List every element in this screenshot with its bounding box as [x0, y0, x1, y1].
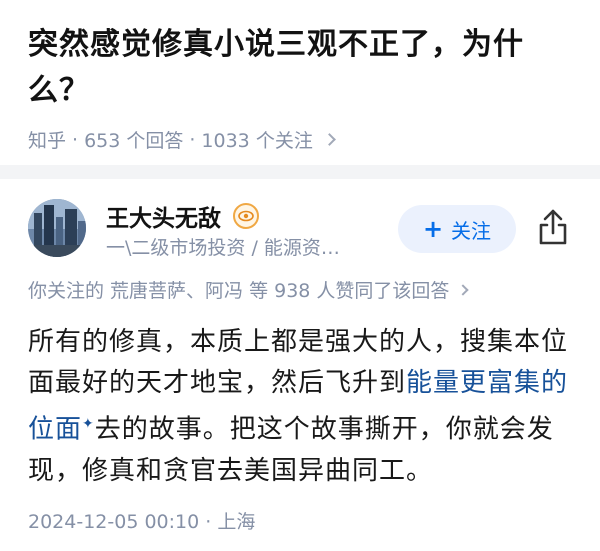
eye-badge-icon	[233, 203, 259, 229]
author-name-row: 王大头无敌	[106, 199, 259, 233]
post-location: 上海	[217, 511, 256, 533]
plus-icon: +	[422, 215, 444, 243]
section-divider	[0, 165, 600, 179]
answer-content[interactable]: 所有的修真，本质上都是强大的人，搜集本位面最好的天才地宝，然后飞升到能量更富集的…	[28, 322, 573, 492]
content-text: 去的故事。把这个故事撕开，你就会发现，修真和贪官去美国异曲同工。	[28, 414, 554, 486]
question-meta[interactable]: 知乎 · 653 个回答 · 1033 个关注	[28, 126, 578, 153]
author-name[interactable]: 王大头无敌	[106, 199, 221, 233]
meta-separator: ·	[72, 128, 79, 151]
follower-count: 1033 个关注	[201, 130, 313, 152]
avatar[interactable]	[28, 199, 86, 257]
answer-count: 653 个回答	[84, 130, 184, 152]
share-icon	[539, 209, 567, 245]
author-bar: 王大头无敌 一\二级市场投资 / 能源资… + 关注	[28, 197, 578, 261]
meta-separator: ·	[205, 511, 218, 533]
chevron-right-icon	[322, 133, 336, 146]
chevron-right-icon	[457, 283, 470, 296]
post-date: 2024-12-05 00:10	[28, 511, 200, 533]
share-button[interactable]	[536, 207, 570, 247]
follow-label: 关注	[451, 218, 492, 243]
follow-button[interactable]: + 关注	[398, 205, 516, 253]
meta-separator: ·	[189, 128, 196, 151]
question-title[interactable]: 突然感觉修真小说三观不正了，为什么？	[28, 22, 578, 114]
sparkle-icon: ✦	[82, 416, 95, 432]
upvote-summary[interactable]: 你关注的 荒唐菩萨、阿冯 等 938 人赞同了该回答	[28, 276, 470, 303]
author-description: 一\二级市场投资 / 能源资…	[106, 237, 340, 259]
answer-footer: 2024-12-05 00:10 · 上海	[28, 507, 255, 534]
question-header: 突然感觉修真小说三观不正了，为什么？ 知乎 · 653 个回答 · 1033 个…	[28, 22, 578, 153]
source-label: 知乎	[28, 130, 67, 152]
upvote-text: 你关注的 荒唐菩萨、阿冯 等 938 人赞同了该回答	[28, 280, 450, 302]
